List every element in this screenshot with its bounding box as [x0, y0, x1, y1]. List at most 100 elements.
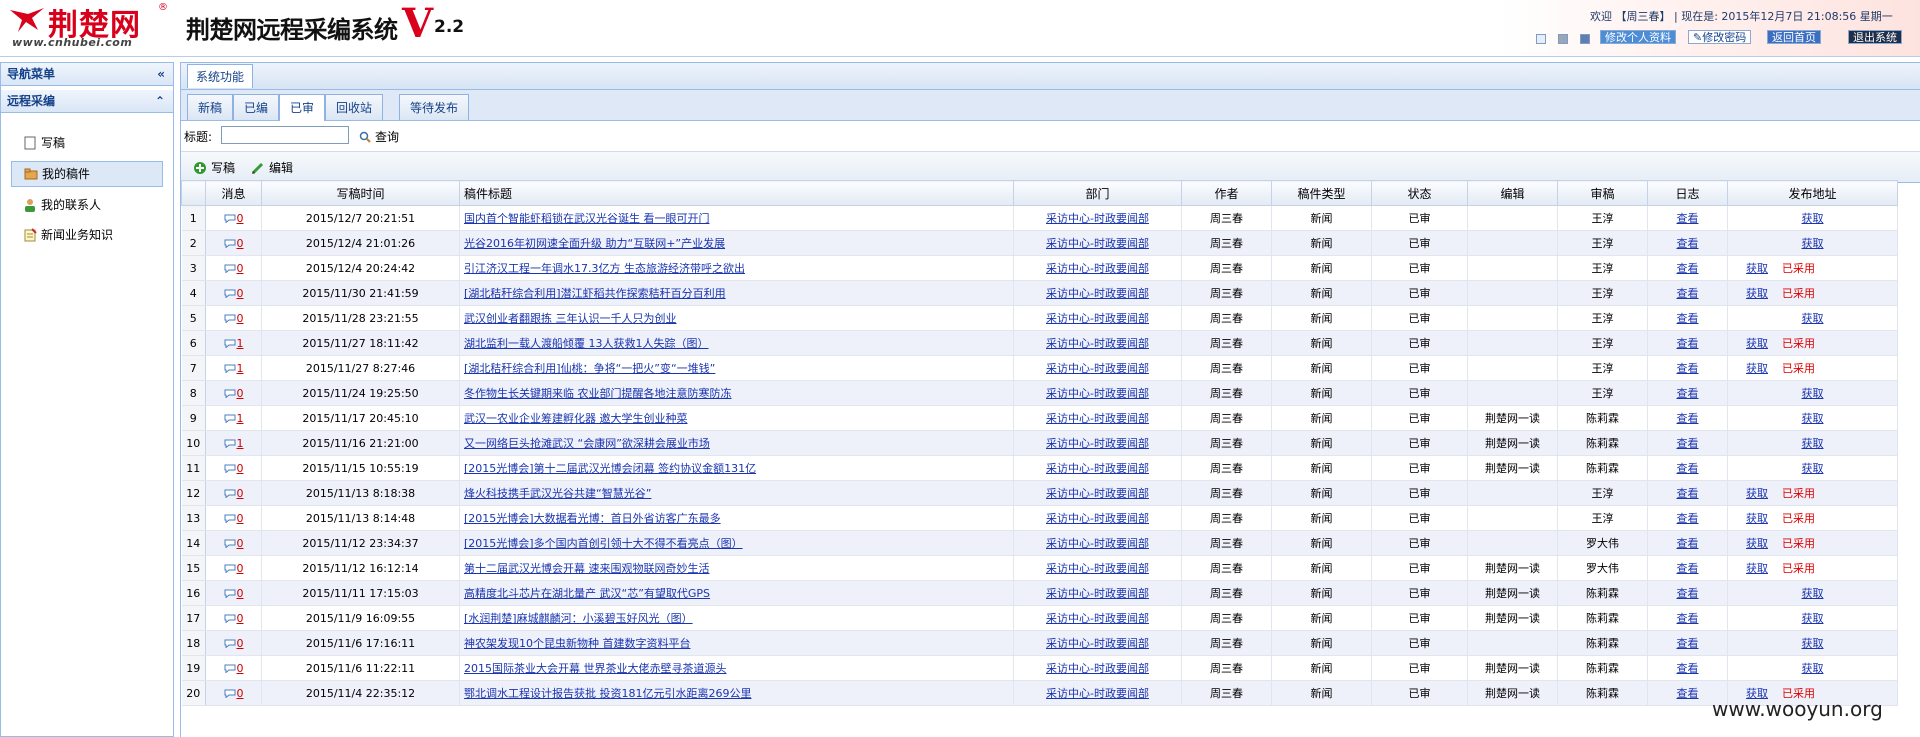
message-count[interactable]: 0 [237, 687, 244, 700]
draft-title-link[interactable]: 引江济汉工程一年调水17.3亿方 生态旅游经济带呼之欲出 [464, 262, 745, 275]
title-search-input[interactable] [221, 126, 349, 144]
tab-edited[interactable]: 已编 [233, 94, 280, 120]
tab-recycle-bin[interactable]: 回收站 [325, 94, 384, 120]
department-link[interactable]: 采访中心-时政要闻部 [1046, 637, 1149, 650]
message-count[interactable]: 0 [237, 587, 244, 600]
view-log-link[interactable]: 查看 [1677, 212, 1699, 225]
tab-system-functions[interactable]: 系统功能 [187, 64, 254, 88]
view-log-link[interactable]: 查看 [1677, 412, 1699, 425]
sidebar-item-news-knowledge[interactable]: 新闻业务知识 [11, 223, 163, 247]
column-header-editor[interactable]: 编辑 [1467, 180, 1558, 206]
view-log-link[interactable]: 查看 [1677, 237, 1699, 250]
draft-title-link[interactable]: [湖北秸秆综合利用]仙桃：争将“一把火”变“一堆钱” [464, 362, 715, 375]
nav-menu-header[interactable]: 导航菜单 « [1, 63, 173, 86]
message-count[interactable]: 0 [237, 612, 244, 625]
fetch-link[interactable]: 获取 [1802, 237, 1824, 250]
skin-gray-icon[interactable] [1558, 34, 1568, 44]
department-link[interactable]: 采访中心-时政要闻部 [1046, 412, 1149, 425]
department-link[interactable]: 采访中心-时政要闻部 [1046, 387, 1149, 400]
department-link[interactable]: 采访中心-时政要闻部 [1046, 512, 1149, 525]
skin-dark-icon[interactable] [1580, 34, 1590, 44]
table-row[interactable]: 9 1 2015/11/17 20:45:10 武汉一农业企业筹建孵化器 邀大学生创业… [181, 405, 1898, 431]
table-row[interactable]: 16 0 2015/11/11 17:15:03 高精度北斗芯片在湖北量产 武汉“芯”… [181, 580, 1898, 606]
view-log-link[interactable]: 查看 [1677, 512, 1699, 525]
draft-title-link[interactable]: 第十二届武汉光博会开幕 速来围观物联网奇妙生活 [464, 562, 710, 575]
table-row[interactable]: 3 0 2015/12/4 20:24:42 引江济汉工程一年调水17.3亿方 生态旅… [181, 255, 1898, 281]
table-row[interactable]: 7 1 2015/11/27 8:27:46 [湖北秸秆综合利用]仙桃：争将“一把火”… [181, 355, 1898, 381]
table-row[interactable]: 15 0 2015/11/12 16:12:14 第十二届武汉光博会开幕 速来围观物联… [181, 555, 1898, 581]
table-row[interactable]: 11 0 2015/11/15 10:55:19 [2015光博会]第十二届武汉光博会… [181, 455, 1898, 481]
department-link[interactable]: 采访中心-时政要闻部 [1046, 437, 1149, 450]
draft-title-link[interactable]: 2015国际茶业大会开幕 世界茶业大佬赤壁寻茶道源头 [464, 662, 727, 675]
message-cell[interactable]: 0 [205, 255, 262, 281]
fetch-link[interactable]: 获取 [1802, 387, 1824, 400]
fetch-link[interactable]: 获取 [1746, 537, 1768, 550]
draft-title-link[interactable]: 又一网络巨头抢滩武汉 “会康网”欲深耕会展业市场 [464, 437, 710, 450]
department-link[interactable]: 采访中心-时政要闻部 [1046, 462, 1149, 475]
message-count[interactable]: 0 [237, 537, 244, 550]
column-header-type[interactable]: 稿件类型 [1271, 180, 1372, 206]
column-header-publish-address[interactable]: 发布地址 [1727, 180, 1898, 206]
draft-title-link[interactable]: 武汉创业者翻跟拣 三年认识一千人只为创业 [464, 312, 677, 325]
message-count[interactable]: 1 [237, 337, 244, 350]
message-cell[interactable]: 0 [205, 205, 262, 231]
draft-title-link[interactable]: 高精度北斗芯片在湖北量产 武汉“芯”有望取代GPS [464, 587, 710, 600]
department-link[interactable]: 采访中心-时政要闻部 [1046, 362, 1149, 375]
column-header-message[interactable]: 消息 [205, 180, 262, 206]
message-count[interactable]: 1 [237, 362, 244, 375]
tab-pending-publish[interactable]: 等待发布 [399, 94, 470, 120]
view-log-link[interactable]: 查看 [1677, 287, 1699, 300]
department-link[interactable]: 采访中心-时政要闻部 [1046, 237, 1149, 250]
message-count[interactable]: 0 [237, 562, 244, 575]
draft-title-link[interactable]: [2015光博会]第十二届武汉光博会闭幕 签约协议金额131亿 [464, 462, 756, 475]
column-header-write-time[interactable]: 写稿时间 [261, 180, 460, 206]
sidebar-item-contacts[interactable]: 我的联系人 [11, 193, 163, 217]
fetch-link[interactable]: 获取 [1802, 212, 1824, 225]
section-header-remote-editing[interactable]: 远程采编 ⌃ [1, 90, 173, 113]
message-cell[interactable]: 0 [205, 380, 262, 406]
message-cell[interactable]: 0 [205, 680, 262, 706]
message-cell[interactable]: 0 [205, 630, 262, 656]
view-log-link[interactable]: 查看 [1677, 537, 1699, 550]
fetch-link[interactable]: 获取 [1746, 262, 1768, 275]
message-count[interactable]: 0 [237, 637, 244, 650]
sidebar-item-write[interactable]: 写稿 [11, 131, 163, 155]
column-header-department[interactable]: 部门 [1013, 180, 1182, 206]
department-link[interactable]: 采访中心-时政要闻部 [1046, 337, 1149, 350]
sidebar-item-my-drafts[interactable]: 我的稿件 [11, 161, 163, 187]
message-cell[interactable]: 1 [205, 430, 262, 456]
fetch-link[interactable]: 获取 [1802, 612, 1824, 625]
view-log-link[interactable]: 查看 [1677, 487, 1699, 500]
department-link[interactable]: 采访中心-时政要闻部 [1046, 562, 1149, 575]
view-log-link[interactable]: 查看 [1677, 337, 1699, 350]
message-count[interactable]: 0 [237, 262, 244, 275]
draft-title-link[interactable]: [水润荆楚]麻城麒麟河：小溪碧玉好风光（图） [464, 612, 693, 625]
view-log-link[interactable]: 查看 [1677, 562, 1699, 575]
draft-title-link[interactable]: [2015光博会]多个国内首创引领十大不得不看亮点（图） [464, 537, 743, 550]
table-row[interactable]: 8 0 2015/11/24 19:25:50 冬作物生长关键期来临 农业部门提醒各地… [181, 380, 1898, 406]
view-log-link[interactable]: 查看 [1677, 437, 1699, 450]
message-count[interactable]: 0 [237, 287, 244, 300]
message-count[interactable]: 0 [237, 487, 244, 500]
table-row[interactable]: 19 0 2015/11/6 11:22:11 2015国际茶业大会开幕 世界茶业大佬… [181, 655, 1898, 681]
write-button[interactable]: 写稿 [193, 159, 235, 176]
fetch-link[interactable]: 获取 [1746, 562, 1768, 575]
table-row[interactable]: 1 0 2015/12/7 20:21:51 国内首个智能虾稻锁在武汉光谷诞生 看一眼… [181, 205, 1898, 231]
draft-title-link[interactable]: [湖北秸秆综合利用]潜江虾稻共作探索秸秆百分百利用 [464, 287, 726, 300]
fetch-link[interactable]: 获取 [1746, 512, 1768, 525]
table-row[interactable]: 2 0 2015/12/4 21:01:26 光谷2016年初网速全面升级 助力“互联… [181, 230, 1898, 256]
tab-new-drafts[interactable]: 新稿 [187, 94, 234, 120]
column-header-log[interactable]: 日志 [1647, 180, 1728, 206]
edit-profile-button[interactable]: 修改个人资料 [1600, 30, 1676, 44]
department-link[interactable]: 采访中心-时政要闻部 [1046, 287, 1149, 300]
draft-title-link[interactable]: 武汉一农业企业筹建孵化器 邀大学生创业种菜 [464, 412, 688, 425]
table-row[interactable]: 12 0 2015/11/13 8:18:38 烽火科技携手武汉光谷共建“智慧光谷” 采… [181, 480, 1898, 506]
view-log-link[interactable]: 查看 [1677, 362, 1699, 375]
message-cell[interactable]: 0 [205, 305, 262, 331]
view-log-link[interactable]: 查看 [1677, 612, 1699, 625]
department-link[interactable]: 采访中心-时政要闻部 [1046, 262, 1149, 275]
fetch-link[interactable]: 获取 [1746, 487, 1768, 500]
skin-blue-icon[interactable] [1536, 34, 1546, 44]
logout-button[interactable]: 退出系统 [1848, 30, 1902, 44]
message-cell[interactable]: 1 [205, 405, 262, 431]
